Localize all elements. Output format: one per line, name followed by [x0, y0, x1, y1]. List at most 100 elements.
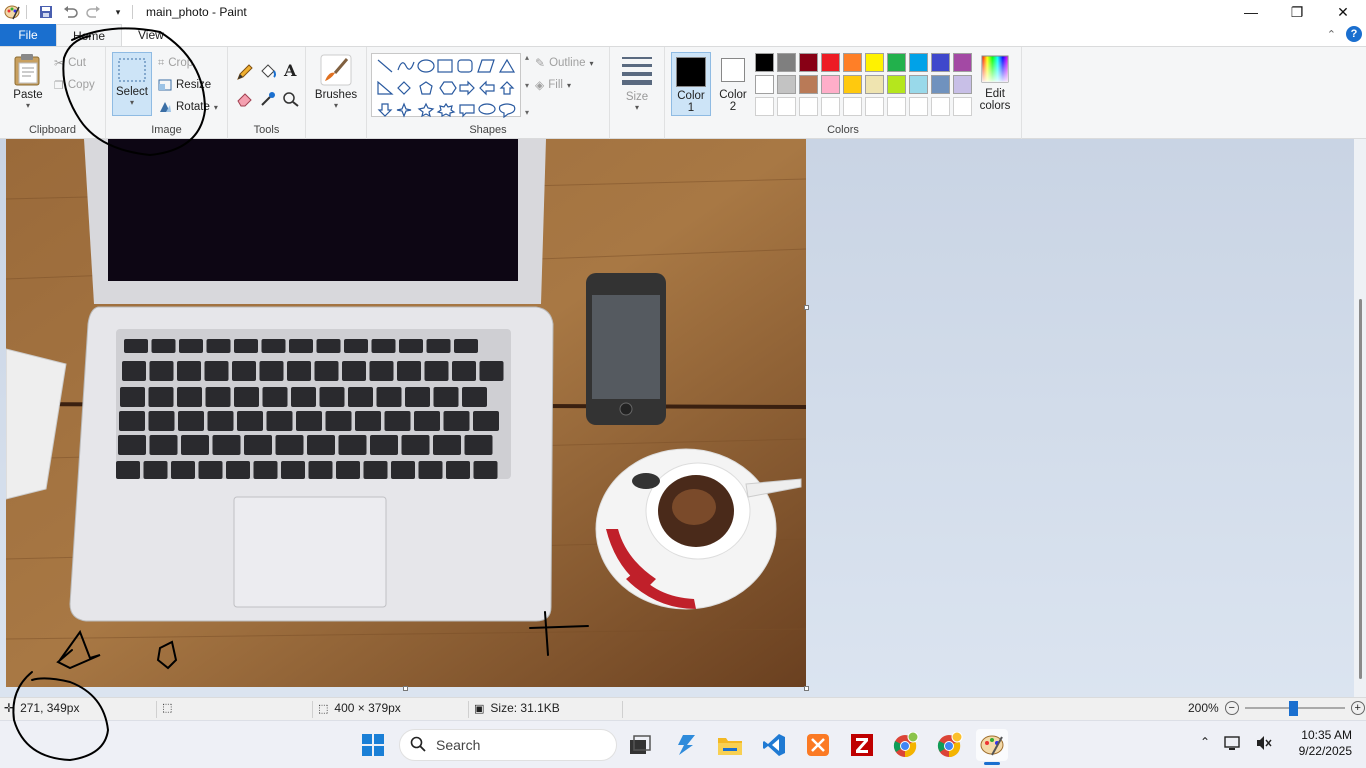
- palette-swatch[interactable]: [931, 97, 950, 116]
- maximize-button[interactable]: ❐: [1274, 0, 1320, 24]
- palette-swatch[interactable]: [931, 53, 950, 72]
- palette-swatch[interactable]: [777, 75, 796, 94]
- canvas-workspace[interactable]: [0, 139, 1366, 697]
- palette-swatch[interactable]: [865, 97, 884, 116]
- xampp-icon[interactable]: [802, 729, 834, 761]
- palette-swatch[interactable]: [755, 53, 774, 72]
- palette-swatch[interactable]: [887, 97, 906, 116]
- magnifier-icon[interactable]: [282, 91, 300, 110]
- palette-swatch[interactable]: [887, 75, 906, 94]
- size-button[interactable]: Size ▾: [616, 55, 658, 112]
- palette-swatch[interactable]: [843, 53, 862, 72]
- paste-dropdown-icon: ▾: [25, 101, 30, 110]
- clock[interactable]: 10:35 AM 9/22/2025: [1299, 727, 1352, 759]
- palette-swatch[interactable]: [843, 75, 862, 94]
- crop-button[interactable]: ⌗ Crop: [158, 53, 193, 73]
- paste-button[interactable]: Paste ▾: [8, 53, 48, 110]
- select-button[interactable]: Select ▾: [112, 52, 152, 116]
- palette-swatch[interactable]: [909, 97, 928, 116]
- tab-view[interactable]: View: [122, 24, 180, 46]
- palette-swatch[interactable]: [843, 97, 862, 116]
- palette-swatch[interactable]: [755, 97, 774, 116]
- cut-button[interactable]: ✂ Cut: [54, 53, 86, 73]
- taskbar-search[interactable]: Search: [399, 729, 617, 761]
- palette-swatch[interactable]: [865, 75, 884, 94]
- start-button[interactable]: [357, 729, 389, 761]
- zoom-in-icon[interactable]: +: [1350, 701, 1365, 715]
- redo-icon[interactable]: [84, 2, 104, 22]
- palette-swatch[interactable]: [865, 53, 884, 72]
- eraser-icon[interactable]: [236, 91, 254, 110]
- laptop-key: [207, 411, 234, 431]
- outline-button[interactable]: ✎ Outline ▾: [535, 53, 594, 73]
- minimize-button[interactable]: —: [1228, 0, 1274, 24]
- pencil-icon[interactable]: [236, 63, 254, 84]
- close-button[interactable]: ✕: [1320, 0, 1366, 24]
- palette-swatch[interactable]: [777, 53, 796, 72]
- customize-qat-icon[interactable]: ▾: [108, 2, 128, 22]
- palette-swatch[interactable]: [931, 75, 950, 94]
- collapse-ribbon-icon[interactable]: ⌃: [1327, 28, 1336, 41]
- palette-swatch[interactable]: [755, 75, 774, 94]
- palette-swatch[interactable]: [887, 53, 906, 72]
- palette-swatch[interactable]: [953, 75, 972, 94]
- help-icon[interactable]: ?: [1346, 26, 1362, 42]
- task-view-icon[interactable]: [624, 729, 656, 761]
- color-wheel-icon: [981, 55, 1009, 83]
- file-explorer-icon[interactable]: [714, 729, 746, 761]
- vscode-icon[interactable]: [758, 729, 790, 761]
- palette-swatch[interactable]: [821, 53, 840, 72]
- palette-swatch[interactable]: [799, 75, 818, 94]
- resize-handle-right[interactable]: [804, 305, 809, 310]
- chevron-up-icon[interactable]: ▴: [525, 53, 529, 62]
- paint-taskbar-icon[interactable]: [976, 729, 1008, 765]
- expand-gallery-icon[interactable]: ▾: [525, 108, 529, 117]
- resize-button[interactable]: Resize: [158, 75, 211, 95]
- volume-muted-icon[interactable]: [1256, 735, 1272, 754]
- power-automate-icon[interactable]: [670, 729, 702, 761]
- fill-button[interactable]: ◈ Fill ▾: [535, 75, 571, 95]
- chevron-down-icon[interactable]: ▾: [525, 81, 529, 90]
- laptop-key: [261, 339, 286, 353]
- chevron-up-icon[interactable]: ⌃: [1200, 735, 1210, 754]
- text-tool-icon[interactable]: A: [284, 61, 296, 80]
- rotate-button[interactable]: Rotate ▾: [158, 97, 218, 117]
- color-picker-icon[interactable]: [259, 91, 277, 110]
- palette-swatch[interactable]: [821, 97, 840, 116]
- palette-swatch[interactable]: [909, 53, 928, 72]
- paint-app-icon[interactable]: [2, 2, 22, 22]
- palette-swatch[interactable]: [799, 53, 818, 72]
- scrollbar-thumb[interactable]: [1359, 299, 1362, 679]
- laptop-key: [426, 339, 451, 353]
- fill-bucket-icon[interactable]: [259, 63, 277, 84]
- color1-button[interactable]: Color 1: [671, 52, 711, 116]
- chrome-profile-2-icon[interactable]: [934, 729, 966, 761]
- palette-swatch[interactable]: [909, 75, 928, 94]
- palette-swatch[interactable]: [821, 75, 840, 94]
- color2-button[interactable]: Color 2: [715, 56, 751, 113]
- palette-swatch[interactable]: [953, 53, 972, 72]
- zoom-out-icon[interactable]: −: [1224, 701, 1239, 715]
- shapes-gallery[interactable]: [371, 53, 521, 119]
- vertical-scrollbar[interactable]: [1354, 139, 1366, 697]
- tab-home[interactable]: Home: [56, 24, 123, 46]
- palette-swatch[interactable]: [953, 97, 972, 116]
- edit-colors-button[interactable]: Edit colors: [975, 55, 1015, 112]
- zoom-slider[interactable]: [1244, 701, 1345, 716]
- brushes-button[interactable]: Brushes ▾: [312, 53, 360, 110]
- network-icon[interactable]: [1224, 735, 1242, 754]
- tabs-right-controls: ⌃ ?: [1327, 26, 1362, 42]
- shapes-scroll[interactable]: ▴ ▾ ▾: [521, 53, 533, 117]
- filezilla-icon[interactable]: [846, 729, 878, 761]
- palette-swatch[interactable]: [777, 97, 796, 116]
- canvas-image[interactable]: [6, 139, 806, 687]
- zoom-slider-thumb[interactable]: [1288, 701, 1298, 716]
- save-icon[interactable]: [36, 2, 56, 22]
- undo-icon[interactable]: [60, 2, 80, 22]
- palette-swatch[interactable]: [799, 97, 818, 116]
- chrome-profile-1-icon[interactable]: [890, 729, 922, 761]
- tab-file[interactable]: File: [0, 24, 56, 46]
- resize-handle-bottom[interactable]: [403, 686, 408, 691]
- copy-button[interactable]: ❐ Copy: [54, 75, 95, 95]
- resize-handle-corner[interactable]: [804, 686, 809, 691]
